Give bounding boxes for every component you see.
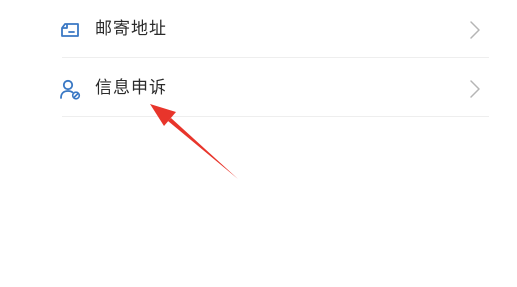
chevron-right-icon [469, 20, 481, 40]
page: 邮寄地址 信息申诉 [0, 0, 517, 287]
menu-item-mailing-address[interactable]: 邮寄地址 [61, 0, 489, 58]
menu-item-label: 邮寄地址 [95, 19, 167, 39]
user-appeal-icon [58, 77, 82, 101]
menu-item-label: 信息申诉 [95, 78, 167, 98]
chevron-right-icon [469, 79, 481, 99]
menu-item-info-appeal[interactable]: 信息申诉 [60, 59, 489, 117]
mailbox-icon [58, 18, 82, 42]
arrow-shaft [168, 118, 238, 179]
